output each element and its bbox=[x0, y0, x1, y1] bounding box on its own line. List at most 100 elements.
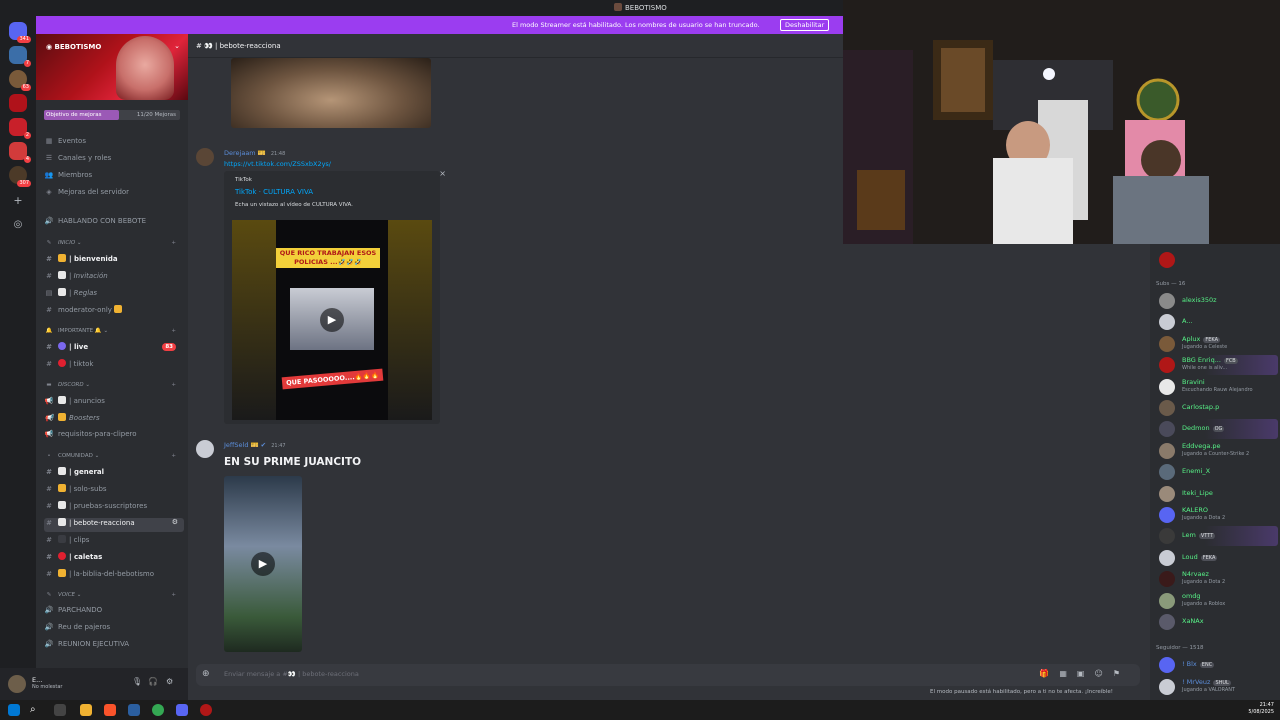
channel-bienvenida[interactable]: # | bienvenida bbox=[44, 254, 184, 268]
embed-title[interactable]: TikTok · CULTURA VIVA bbox=[235, 188, 313, 196]
member-name: ! MrVeuz SHUL bbox=[1182, 678, 1231, 686]
category-inicio[interactable]: ✎ INICIO ⌄ + bbox=[44, 240, 184, 254]
message-composer[interactable]: ⊕ Enviar mensaje a #👀 | bebote-reacciona… bbox=[196, 664, 1140, 686]
discord-icon[interactable] bbox=[176, 704, 188, 716]
avatar[interactable] bbox=[8, 675, 26, 693]
member-item[interactable]: Bravini Escuchando Rauw Alejandro bbox=[1156, 377, 1278, 397]
channel-anuncios[interactable]: 📢 | anuncios bbox=[44, 396, 184, 410]
channel-invitacion[interactable]: # | Invitación bbox=[44, 271, 184, 285]
channel-bebote-reacciona[interactable]: # | bebote-reacciona ⚙ bbox=[44, 518, 184, 532]
member-item[interactable]: Lem VTTT bbox=[1156, 526, 1278, 547]
message-input[interactable]: Enviar mensaje a #👀 | bebote-reacciona bbox=[224, 670, 359, 678]
channel-reglas[interactable]: ▤ | Reglas bbox=[44, 288, 184, 302]
member-item[interactable] bbox=[1156, 250, 1278, 270]
member-item[interactable]: Carlostap.p bbox=[1156, 398, 1278, 418]
brave-browser-icon[interactable] bbox=[104, 704, 116, 716]
sidebar-item-channels-roles[interactable]: ☰ Canales y roles bbox=[44, 154, 184, 168]
home-server-icon[interactable]: 341 bbox=[9, 22, 31, 43]
sidebar-item-members[interactable]: 👥 Miembros bbox=[44, 171, 184, 185]
member-activity: Jugando a Dota 2 bbox=[1182, 579, 1226, 586]
category-comunidad[interactable]: • COMUNIDAD ⌄ + bbox=[44, 453, 184, 467]
channel-live[interactable]: # | live 83 bbox=[44, 342, 184, 356]
boost-progress[interactable]: Objetivo de mejoras 11/20 Mejoras bbox=[44, 110, 180, 120]
message-link[interactable]: https://vt.tiktok.com/ZSSxbX2ys/ bbox=[224, 160, 331, 168]
add-channel-icon[interactable]: + bbox=[171, 240, 176, 246]
server-icon[interactable] bbox=[9, 94, 27, 112]
voice-channel-parchando[interactable]: 🔊 PARCHANDO bbox=[44, 606, 184, 620]
category-importante[interactable]: 🔔 IMPORTANTE 🔔 ⌄ + bbox=[44, 328, 184, 342]
member-item[interactable]: XaNAx bbox=[1156, 612, 1278, 632]
category-discord[interactable]: ▬ DISCORD ⌄ + bbox=[44, 382, 184, 396]
add-channel-icon[interactable]: + bbox=[171, 382, 176, 388]
chevron-down-icon[interactable]: ⌄ bbox=[174, 42, 180, 50]
file-explorer-icon[interactable] bbox=[80, 704, 92, 716]
disable-streamer-button[interactable]: Deshabilitar bbox=[780, 19, 830, 31]
voice-channel-hablando[interactable]: 🔊 HABLANDO CON BEBOTE bbox=[44, 217, 184, 231]
member-item[interactable]: Enemi_X bbox=[1156, 462, 1278, 482]
chrome-icon[interactable] bbox=[152, 704, 164, 716]
explore-icon[interactable]: ◎ bbox=[9, 216, 27, 234]
message-author[interactable]: Derejaam 🎫 21:48 bbox=[224, 149, 285, 157]
settings-icon[interactable]: ⚙ bbox=[172, 518, 178, 526]
video-attachment[interactable]: ▶ bbox=[224, 476, 302, 652]
member-item[interactable]: N4rvaez Jugando a Dota 2 bbox=[1156, 569, 1278, 589]
search-icon[interactable]: ⌕ bbox=[30, 704, 42, 716]
gear-icon[interactable]: ⚙ bbox=[166, 677, 173, 686]
member-item[interactable]: Loud FEKA bbox=[1156, 548, 1278, 568]
server-icon[interactable]: 2 bbox=[9, 118, 31, 139]
headphones-icon[interactable]: 🎧 bbox=[148, 677, 158, 686]
avatar[interactable] bbox=[196, 440, 214, 458]
member-item[interactable]: KALERO Jugando a Dota 2 bbox=[1156, 505, 1278, 525]
server-icon[interactable]: 63 bbox=[9, 70, 31, 91]
channel-solo-subs[interactable]: # | solo-subs bbox=[44, 484, 184, 498]
add-channel-icon[interactable]: + bbox=[171, 592, 176, 598]
avatar[interactable] bbox=[196, 148, 214, 166]
channel-tiktok[interactable]: # | tiktok bbox=[44, 359, 184, 373]
task-view-icon[interactable] bbox=[54, 704, 66, 716]
video-player[interactable]: QUE RICO TRABAJAN ESOS POLICIAS ...🤣🤣🤣 ▶… bbox=[232, 220, 432, 420]
app-icon[interactable] bbox=[128, 704, 140, 716]
channel-clips[interactable]: # | clips bbox=[44, 535, 184, 549]
add-attachment-icon[interactable]: ⊕ bbox=[202, 669, 210, 679]
channel-moderator-only[interactable]: # moderator-only bbox=[44, 305, 184, 319]
image-attachment[interactable] bbox=[231, 58, 431, 128]
message-author[interactable]: JeffSeld 🎫 ✔ 21:47 bbox=[224, 441, 286, 449]
server-header[interactable]: ◉ BEBOTISMO ⌄ bbox=[36, 34, 188, 100]
member-item[interactable]: BBG Enriq... FCB While one is aliv... bbox=[1156, 355, 1278, 376]
add-channel-icon[interactable]: + bbox=[171, 453, 176, 459]
server-icon[interactable]: 7 bbox=[9, 46, 31, 67]
member-item[interactable]: A... bbox=[1156, 312, 1278, 332]
category-voice[interactable]: ✎ VOICE ⌄ + bbox=[44, 592, 184, 606]
server-icon[interactable]: 4 bbox=[9, 142, 31, 163]
member-item[interactable]: Dedmon OG bbox=[1156, 419, 1278, 440]
start-icon[interactable] bbox=[8, 704, 20, 716]
microphone-icon[interactable]: 🎙 bbox=[132, 677, 142, 686]
member-item[interactable]: ! Blx ENC bbox=[1156, 655, 1278, 675]
channel-boosters[interactable]: 📢 Boosters bbox=[44, 413, 184, 427]
member-item[interactable]: Iteki_Lipe bbox=[1156, 484, 1278, 504]
play-icon[interactable]: ▶ bbox=[251, 552, 275, 576]
channel-general[interactable]: # | general bbox=[44, 467, 184, 481]
channel-requisitos[interactable]: 📢 requisitos-para-clipero bbox=[44, 430, 184, 444]
channel-pruebas-suscriptores[interactable]: # | pruebas-suscriptores bbox=[44, 501, 184, 515]
member-item[interactable]: omdg Jugando a Roblox bbox=[1156, 591, 1278, 611]
obs-icon[interactable] bbox=[200, 704, 212, 716]
member-item[interactable]: alexis350z bbox=[1156, 291, 1278, 311]
voice-channel-reu[interactable]: 🔊 Reu de pajeros bbox=[44, 623, 184, 637]
channel-la-biblia[interactable]: # | la-biblia-del-bebotismo bbox=[44, 569, 184, 583]
member-item[interactable]: Aplux FEKA Jugando a Celeste bbox=[1156, 334, 1278, 354]
voice-channel-reunion[interactable]: 🔊 REUNION EJECUTIVA bbox=[44, 640, 184, 654]
sidebar-item-events[interactable]: ▦ Eventos bbox=[44, 137, 184, 151]
close-icon[interactable]: × bbox=[439, 169, 446, 178]
channel-caletas[interactable]: # | caletas bbox=[44, 552, 184, 566]
member-item[interactable]: Eddvega.pe Jugando a Counter-Strike 2 bbox=[1156, 441, 1278, 461]
add-server-icon[interactable]: + bbox=[9, 192, 27, 210]
composer-tools-icon[interactable]: 🎁▦▣☺⚑ bbox=[1039, 669, 1130, 678]
sidebar-item-boosts[interactable]: ◈ Mejoras del servidor bbox=[44, 188, 184, 202]
emoji-icon bbox=[58, 569, 66, 577]
add-channel-icon[interactable]: + bbox=[171, 328, 176, 334]
server-icon[interactable]: 307 bbox=[9, 166, 31, 187]
play-icon[interactable]: ▶ bbox=[320, 308, 344, 332]
member-item[interactable]: ! MrVeuz SHUL Jugando a VALORANT bbox=[1156, 677, 1278, 697]
clock[interactable]: 21:47 5/08/2025 bbox=[1248, 702, 1274, 716]
